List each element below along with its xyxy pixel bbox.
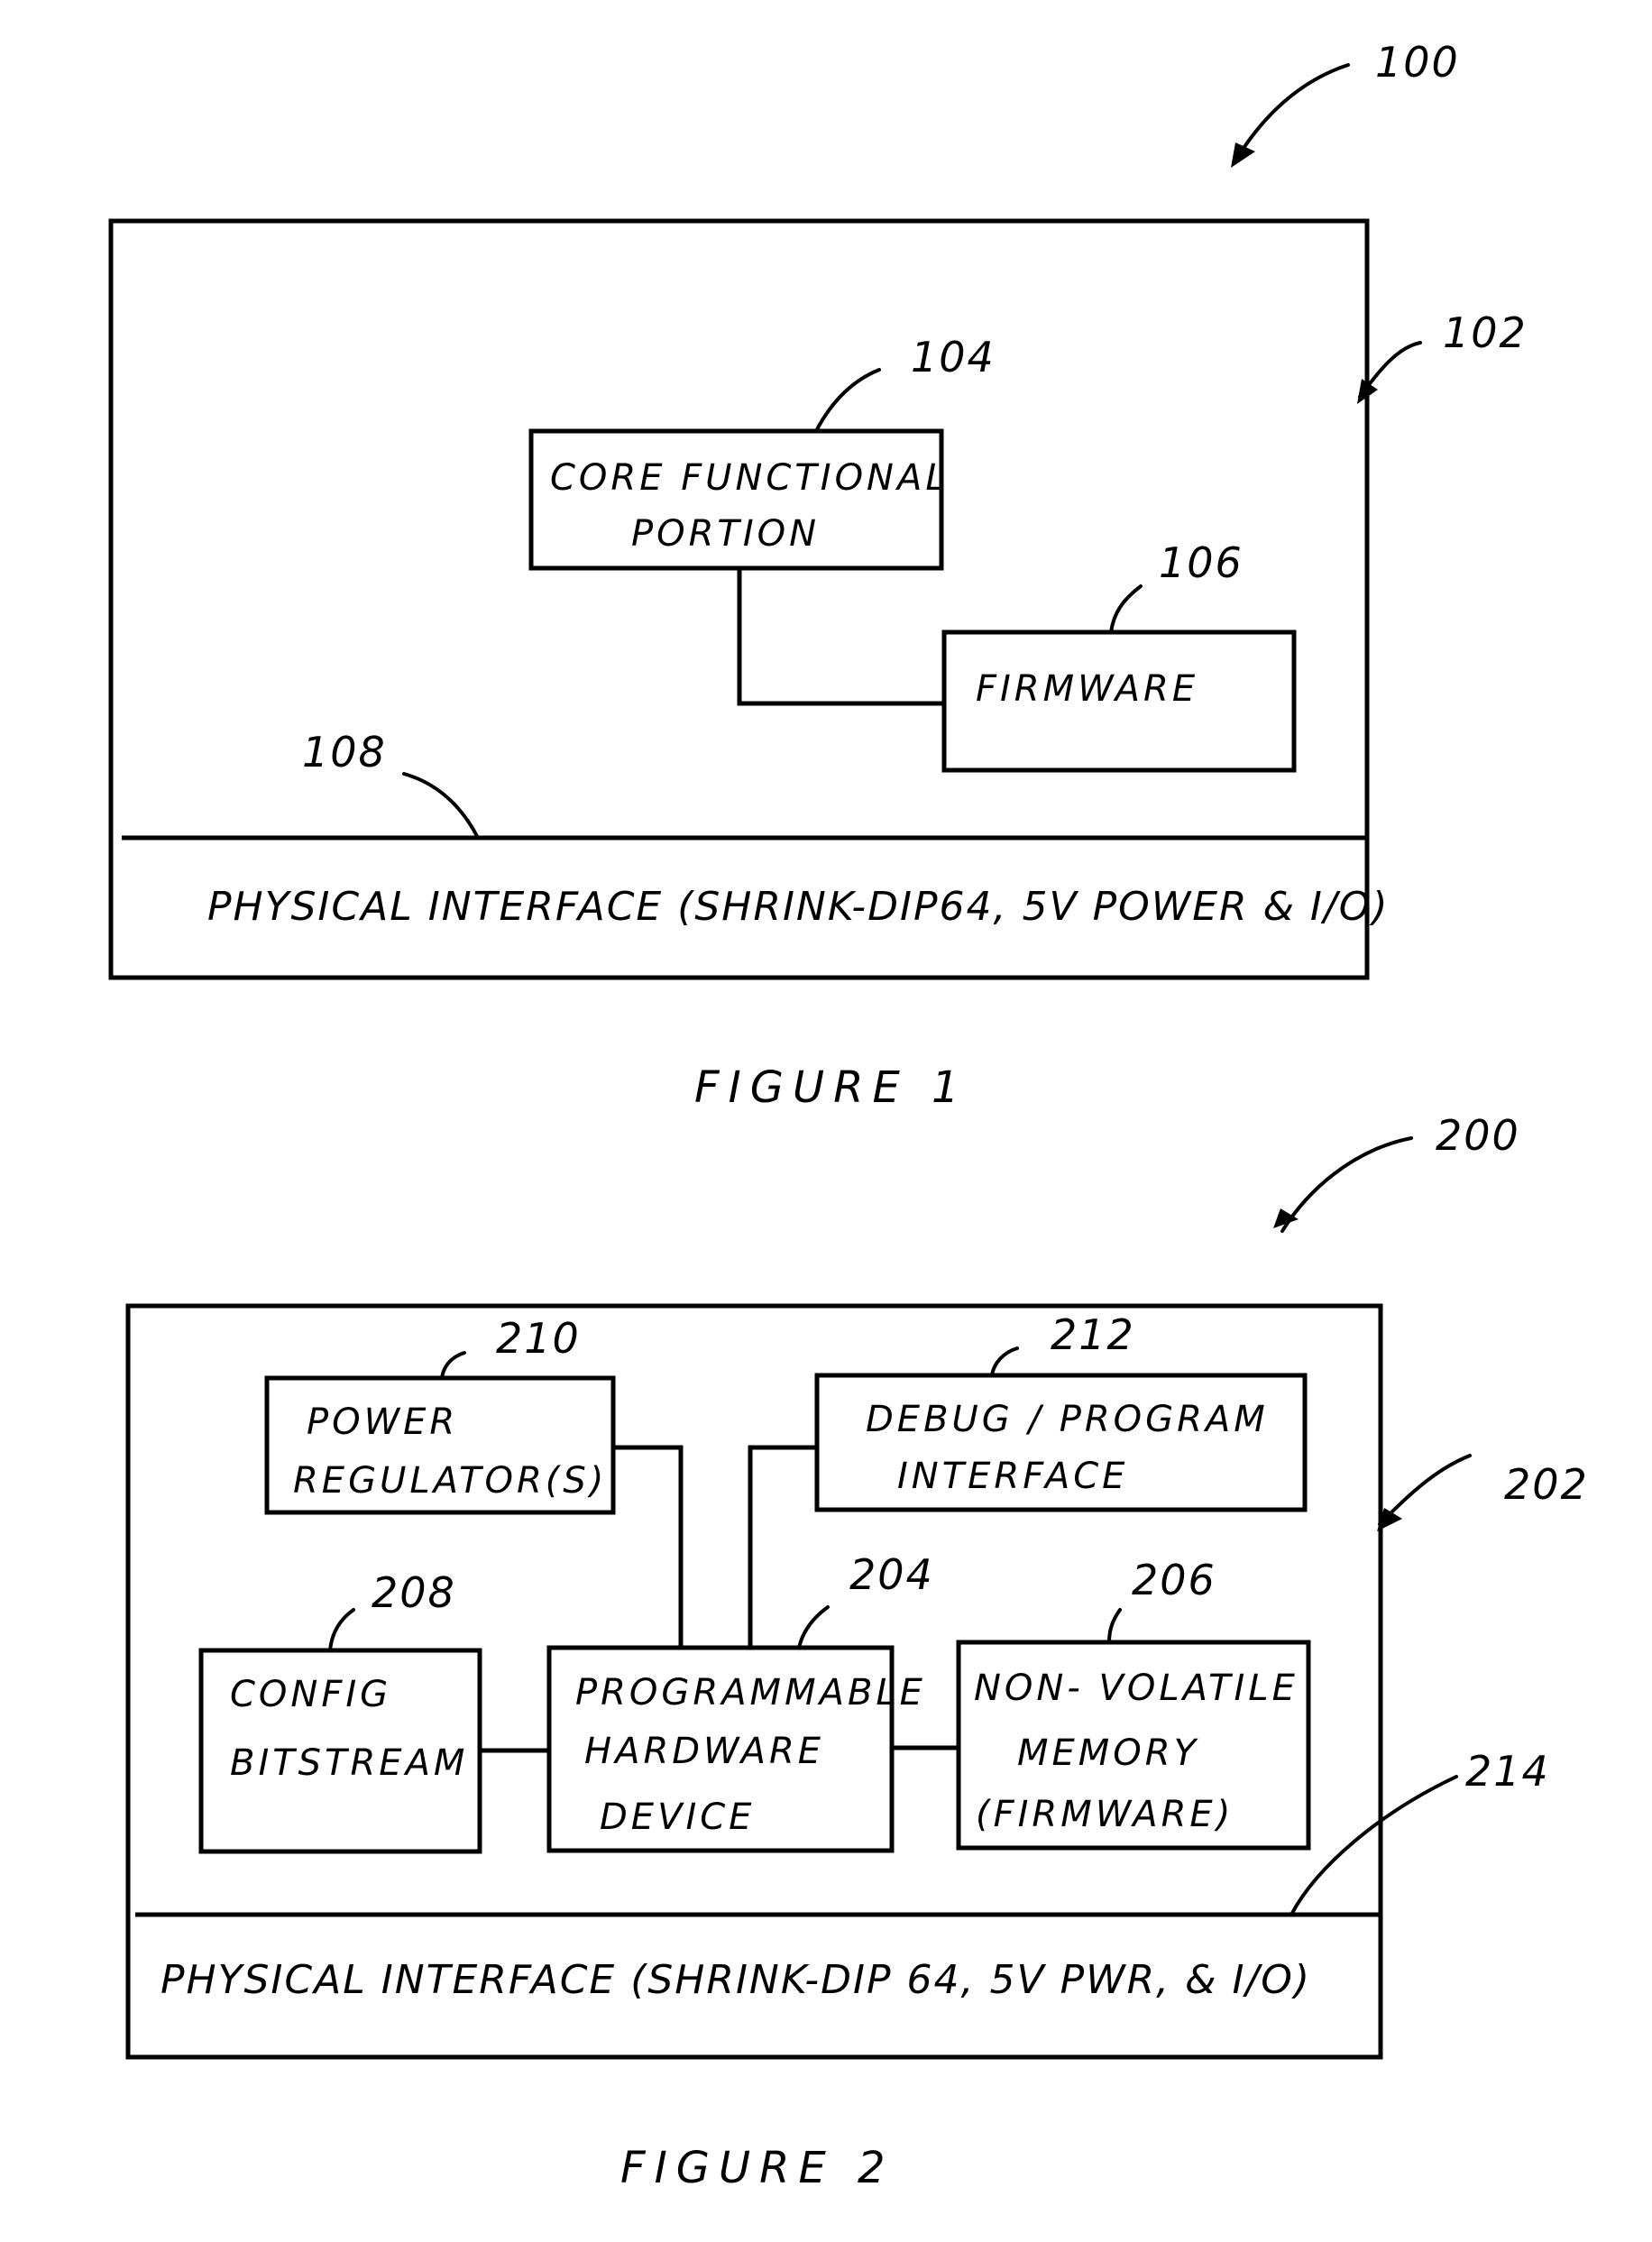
figure-1-caption: FIGURE 1 xyxy=(694,1062,968,1113)
block-programmable-hardware-device: PROGRAMMABLE HARDWARE DEVICE 204 xyxy=(546,1550,934,1853)
ref-208-leader xyxy=(328,1608,355,1652)
connection-104-106 xyxy=(737,568,944,706)
block-204-line-2: HARDWARE xyxy=(584,1731,824,1772)
block-non-volatile-memory: NON- VOLATILE MEMORY (FIRMWARE) 206 xyxy=(956,1556,1311,1851)
ref-100-arrow xyxy=(1235,63,1350,160)
figure-1: 100 102 CORE FUNCTIONAL PORTION 104 FIRM… xyxy=(108,38,1528,1113)
ref-108-leader xyxy=(402,772,480,840)
block-210-line-2: REGULATOR(S) xyxy=(293,1460,607,1502)
ref-200-arrow xyxy=(1280,1136,1413,1233)
figure-2: 200 202 POWER REGULATOR(S) 210 DEBUG / P… xyxy=(125,1111,1589,2193)
block-212-line-2: INTERFACE xyxy=(897,1456,1128,1497)
block-106-line-1: FIRMWARE xyxy=(976,668,1198,710)
block-firmware: FIRMWARE 106 xyxy=(941,538,1297,773)
block-104-line-2: PORTION xyxy=(631,513,820,555)
block-206-line-1: NON- VOLATILE xyxy=(974,1668,1299,1709)
block-104-line-1: CORE FUNCTIONAL xyxy=(550,457,950,499)
ref-106-leader xyxy=(1109,584,1143,634)
block-debug-program-interface: DEBUG / PROGRAM INTERFACE 212 xyxy=(814,1310,1308,1512)
block-power-regulators: POWER REGULATOR(S) 210 xyxy=(264,1314,616,1515)
ref-214-leader xyxy=(1289,1775,1458,1916)
ref-202: 202 xyxy=(1504,1460,1589,1509)
ref-108: 108 xyxy=(302,728,387,776)
ref-200: 200 xyxy=(1436,1111,1520,1160)
ref-104-leader xyxy=(814,368,881,433)
physical-interface-label: PHYSICAL INTERFACE (SHRINK-DIP64, 5V POW… xyxy=(207,884,1390,930)
block-208-line-2: BITSTREAM xyxy=(230,1742,468,1784)
ref-204-leader xyxy=(797,1605,830,1649)
block-206-line-2: MEMORY xyxy=(1017,1732,1199,1774)
block-core-functional-portion: CORE FUNCTIONAL PORTION 104 xyxy=(528,333,996,571)
patent-drawing-sheet: 100 102 CORE FUNCTIONAL PORTION 104 FIRM… xyxy=(108,38,1589,2193)
ref-206: 206 xyxy=(1132,1556,1216,1604)
ref-208: 208 xyxy=(372,1568,456,1617)
physical-interface-label: PHYSICAL INTERFACE (SHRINK-DIP 64, 5V PW… xyxy=(161,1957,1311,2003)
arrowhead-icon xyxy=(1231,142,1255,168)
block-212-line-1: DEBUG / PROGRAM xyxy=(866,1399,1269,1440)
ref-104: 104 xyxy=(911,333,996,381)
ref-210: 210 xyxy=(496,1314,581,1363)
ref-214: 214 xyxy=(1465,1747,1550,1796)
ref-206-leader xyxy=(1107,1608,1122,1644)
connection-212-204 xyxy=(748,1445,817,1648)
ref-106: 106 xyxy=(1159,538,1244,587)
ref-100: 100 xyxy=(1375,38,1460,87)
figure-2-caption: FIGURE 2 xyxy=(620,2143,895,2193)
block-208-line-1: CONFIG xyxy=(230,1674,391,1715)
ref-210-leader xyxy=(440,1351,466,1380)
ref-212-leader xyxy=(990,1346,1019,1377)
block-210-line-1: POWER xyxy=(307,1401,458,1443)
ref-102: 102 xyxy=(1443,308,1528,357)
connection-210-204 xyxy=(613,1445,684,1648)
ref-212: 212 xyxy=(1051,1310,1135,1359)
block-204-line-3: DEVICE xyxy=(600,1796,755,1838)
block-204-line-1: PROGRAMMABLE xyxy=(575,1672,926,1714)
block-206-line-3: (FIRMWARE) xyxy=(976,1794,1234,1835)
ref-204: 204 xyxy=(849,1550,934,1599)
block-config-bitstream: CONFIG BITSTREAM 208 xyxy=(198,1568,482,1854)
